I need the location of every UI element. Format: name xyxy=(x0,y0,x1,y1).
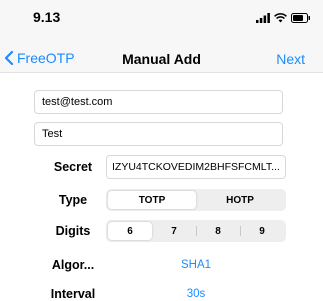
account-field[interactable] xyxy=(34,122,283,146)
next-button[interactable]: Next xyxy=(276,51,305,67)
battery-icon xyxy=(291,13,310,23)
algorithm-value[interactable]: SHA1 xyxy=(106,259,286,271)
status-bar: 9.13 xyxy=(0,0,323,36)
digits-segmented-control: 6 7 8 9 xyxy=(106,220,286,242)
top-bar: 9.13 FreeOTP Manual Add Next xyxy=(0,0,323,73)
issuer-field[interactable] xyxy=(34,90,283,114)
status-icons xyxy=(256,11,311,25)
type-segmented-control: TOTP HOTP xyxy=(106,189,286,211)
digits-option-6[interactable]: 6 xyxy=(108,222,152,240)
navigation-bar: FreeOTP Manual Add Next xyxy=(0,40,323,70)
page-title: Manual Add xyxy=(122,51,201,67)
type-option-hotp[interactable]: HOTP xyxy=(196,191,284,209)
signal-icon xyxy=(256,13,270,23)
secret-field[interactable]: IZYU4TCKOVEDIM2BHFSFCMLT... xyxy=(106,155,286,179)
digits-option-7[interactable]: 7 xyxy=(152,222,196,240)
status-time: 9.13 xyxy=(33,9,61,25)
interval-value[interactable]: 30s xyxy=(106,288,286,300)
type-option-totp[interactable]: TOTP xyxy=(108,191,196,209)
wifi-icon xyxy=(274,13,287,23)
digits-option-8[interactable]: 8 xyxy=(196,222,240,240)
digits-option-9[interactable]: 9 xyxy=(240,222,284,240)
